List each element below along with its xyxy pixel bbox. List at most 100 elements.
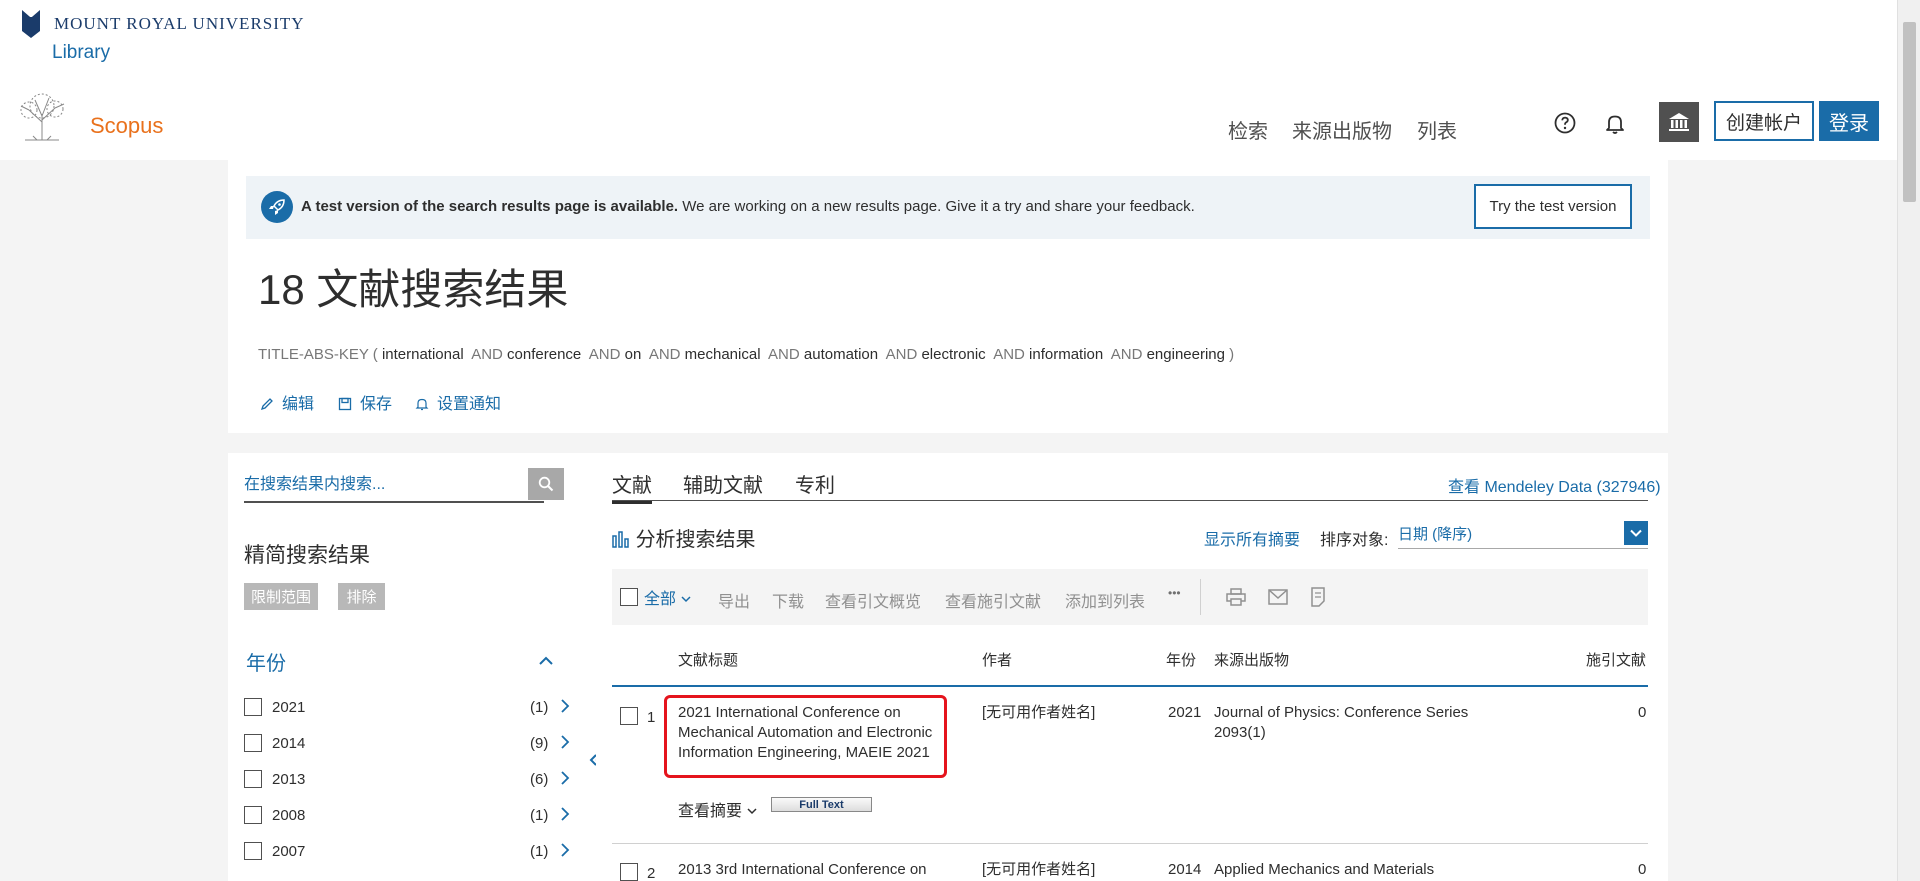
create-account-button[interactable]: 创建帐户 (1714, 101, 1814, 141)
checkbox[interactable] (244, 842, 262, 860)
year-facet-title[interactable]: 年份 (246, 647, 286, 676)
mru-logo-icon[interactable] (22, 10, 40, 38)
show-all-abstracts-link[interactable]: 显示所有摘要 (1204, 526, 1300, 550)
more-button[interactable]: ••• (1168, 586, 1181, 600)
query-term: international (381, 346, 464, 363)
year-facet-item[interactable]: 2007 (1) (244, 840, 574, 862)
email-icon[interactable] (1268, 589, 1288, 605)
analyze-results-link[interactable]: 分析搜索结果 (612, 523, 756, 552)
col-header-source[interactable]: 来源出版物 (1214, 649, 1289, 670)
select-all-checkbox[interactable] (620, 588, 638, 606)
checkbox[interactable] (244, 806, 262, 824)
site-header: MOUNT ROYAL UNIVERSITY Library Scopus 检索… (0, 0, 1897, 160)
select-all-label: 全部 (644, 591, 677, 608)
institution-button[interactable] (1659, 102, 1699, 142)
elsevier-tree-icon[interactable] (15, 92, 70, 142)
view-abstract-toggle[interactable]: 查看摘要 (678, 797, 758, 821)
query-operator: AND (648, 346, 681, 363)
scopus-brand[interactable]: Scopus (90, 113, 163, 139)
query-field: TITLE-ABS-KEY ( (258, 346, 378, 363)
save-label: 保存 (360, 396, 393, 413)
page-scrollbar[interactable] (1897, 0, 1920, 881)
view-cited-by-button[interactable]: 查看施引文献 (945, 588, 1041, 612)
checkbox[interactable] (244, 770, 262, 788)
university-name[interactable]: MOUNT ROYAL UNIVERSITY (54, 14, 305, 34)
page-title: 18 文献搜索结果 (258, 266, 569, 313)
document-title-link[interactable]: 2013 3rd International Conference on (678, 860, 948, 880)
tabs-divider (612, 500, 1648, 501)
row-source-link[interactable]: Journal of Physics: Conference Series 20… (1214, 703, 1494, 743)
row-year: 2021 (1168, 704, 1202, 721)
annotation-highlight-box (664, 695, 947, 778)
edit-action[interactable]: 编辑 (260, 390, 314, 414)
row-cited-by: 0 (1638, 704, 1647, 721)
bar-chart-icon (612, 531, 629, 548)
chevron-up-icon[interactable] (538, 653, 554, 669)
chevron-right-icon[interactable] (560, 843, 570, 857)
bell-icon[interactable] (1603, 111, 1627, 135)
chevron-down-icon (1630, 529, 1642, 537)
add-to-list-button[interactable]: 添加到列表 (1065, 588, 1145, 612)
col-header-title[interactable]: 文献标题 (678, 649, 738, 670)
download-button[interactable]: 下载 (772, 588, 804, 612)
facet-label: 2008 (272, 807, 306, 824)
checkbox[interactable] (244, 734, 262, 752)
row-checkbox[interactable] (620, 707, 638, 725)
query-term: automation (803, 346, 879, 363)
search-within-input[interactable] (244, 469, 544, 501)
print-icon[interactable] (1226, 588, 1246, 606)
facet-count: (1) (530, 699, 549, 716)
year-facet-item[interactable]: 2014 (9) (244, 732, 574, 754)
sort-dropdown-button[interactable] (1624, 521, 1648, 545)
try-test-version-button[interactable]: Try the test version (1474, 184, 1632, 229)
row-source-link[interactable]: Applied Mechanics and Materials (1214, 860, 1494, 880)
checkbox[interactable] (244, 698, 262, 716)
facet-label: 2021 (272, 699, 306, 716)
col-header-authors[interactable]: 作者 (982, 649, 1012, 670)
chevron-down-icon (747, 808, 757, 815)
col-header-year[interactable]: 年份 (1166, 649, 1196, 670)
banner-text: We are working on a new results page. Gi… (678, 198, 1195, 215)
library-link[interactable]: Library (52, 42, 110, 64)
search-query: TITLE-ABS-KEY ( international AND confer… (258, 346, 1234, 363)
scrollbar-thumb[interactable] (1903, 22, 1916, 202)
select-all-dropdown[interactable]: 全部 (644, 585, 692, 609)
row-checkbox[interactable] (620, 863, 638, 881)
chevron-right-icon[interactable] (560, 807, 570, 821)
bell-icon (415, 398, 429, 411)
chevron-right-icon[interactable] (560, 771, 570, 785)
year-facet-item[interactable]: 2008 (1) (244, 804, 574, 826)
chevron-right-icon[interactable] (560, 735, 570, 749)
nav-lists[interactable]: 列表 (1417, 115, 1457, 144)
search-within-field[interactable] (244, 469, 544, 503)
full-text-button[interactable]: Full Text (771, 797, 872, 812)
citation-overview-button[interactable]: 查看引文概览 (825, 588, 921, 612)
limit-to-button[interactable]: 限制范围 (244, 583, 318, 610)
facet-label: 2014 (272, 735, 306, 752)
chevron-right-icon[interactable] (560, 699, 570, 713)
year-facet-item[interactable]: 2013 (6) (244, 768, 574, 790)
query-operator: AND (993, 346, 1025, 363)
exclude-button[interactable]: 排除 (338, 583, 385, 610)
nav-sources[interactable]: 来源出版物 (1292, 115, 1392, 144)
tab-documents[interactable]: 文献 (612, 469, 652, 504)
save-action[interactable]: 保存 (338, 390, 392, 414)
col-header-cited-by[interactable]: 施引文献 (1586, 649, 1646, 670)
login-button[interactable]: 登录 (1819, 101, 1879, 141)
bibliography-icon[interactable] (1310, 587, 1326, 607)
query-term: mechanical (684, 346, 761, 363)
search-within-button[interactable] (528, 468, 564, 500)
refine-sidebar: 精简搜索结果 限制范围 排除 年份 2021 (1) 2014 (9) 2013… (228, 453, 614, 881)
results-header-panel: A test version of the search results pag… (228, 160, 1668, 433)
view-abstract-label: 查看摘要 (678, 803, 743, 820)
tab-secondary-documents[interactable]: 辅助文献 (683, 469, 763, 498)
source-line: Journal of Physics: Conference Series (1214, 704, 1469, 721)
tab-patents[interactable]: 专利 (795, 469, 835, 498)
sort-select[interactable]: 日期 (降序) (1398, 517, 1648, 549)
export-button[interactable]: 导出 (718, 588, 750, 612)
mendeley-data-link[interactable]: 查看 Mendeley Data (327946) (1448, 473, 1661, 497)
set-alert-action[interactable]: 设置通知 (415, 390, 501, 414)
nav-search[interactable]: 检索 (1228, 115, 1268, 144)
help-icon[interactable] (1553, 111, 1577, 135)
year-facet-item[interactable]: 2021 (1) (244, 696, 574, 718)
